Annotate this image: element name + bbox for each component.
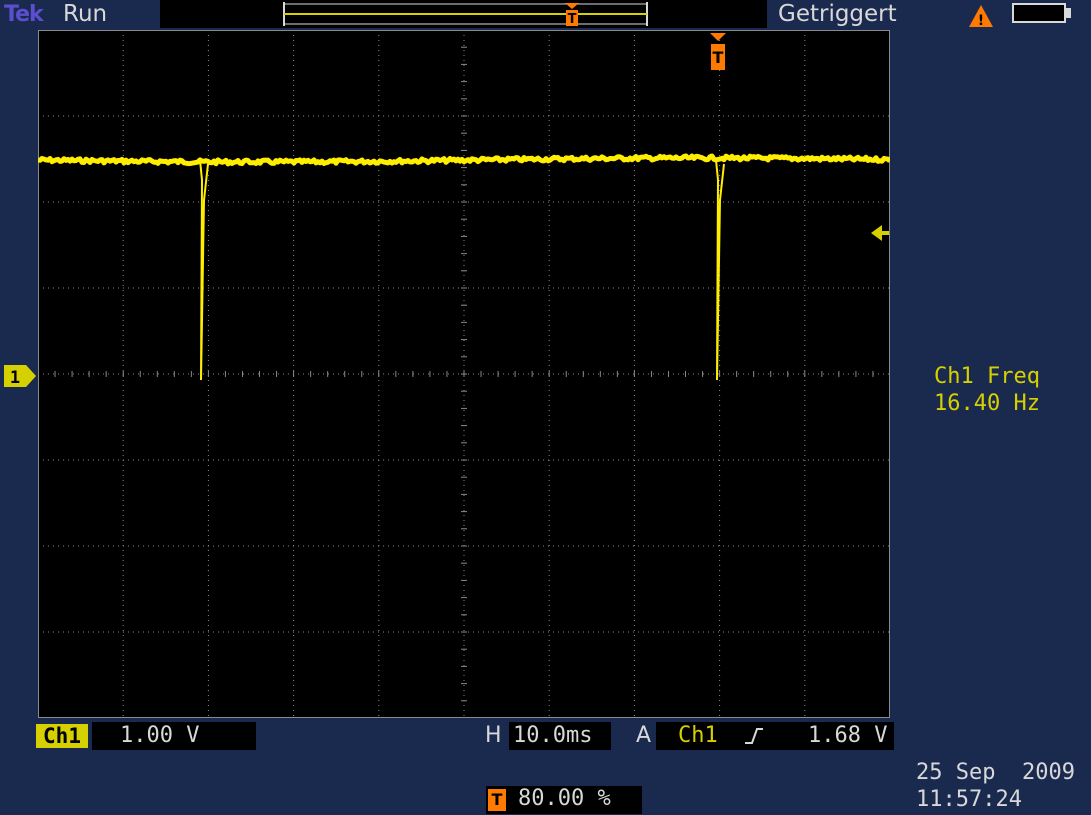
trigger-position-value: 80.00 %: [518, 786, 611, 811]
trigger-source: Ch1: [678, 723, 718, 748]
rising-edge-icon: [745, 728, 763, 744]
trigger-level-arrow-icon[interactable]: [870, 222, 890, 244]
tek-logo: Tek: [4, 2, 44, 27]
svg-text:1: 1: [10, 368, 20, 388]
channel-tag[interactable]: Ch1: [36, 724, 88, 748]
trigger-level: 1.68 V: [808, 723, 888, 748]
time-readout: 11:57:24: [916, 787, 1022, 812]
svg-text:T: T: [568, 12, 577, 27]
date-readout: 25 Sep 2009: [916, 760, 1075, 785]
warning-icon: !: [969, 5, 993, 28]
battery-terminal-icon: [1066, 8, 1071, 18]
time-per-div: 10.0ms: [513, 723, 593, 748]
graticule: [37, 29, 892, 718]
waveform-trace: [37, 153, 892, 167]
record-trigger-icon: T: [565, 3, 579, 27]
trigger-status: Getriggert: [778, 1, 897, 27]
trigger-label: A: [636, 723, 652, 748]
record-view-bar: T: [160, 0, 767, 28]
waveform-display[interactable]: [37, 29, 892, 718]
battery-icon: [1012, 3, 1066, 23]
measurement-label: Ch1 Freq: [934, 364, 1040, 389]
volts-per-div: 1.00 V: [120, 723, 200, 748]
horizontal-label: H: [485, 723, 502, 748]
measurement-value: 16.40 Hz: [934, 391, 1040, 416]
run-status: Run: [63, 1, 108, 27]
record-view-graphic: T: [283, 2, 648, 27]
svg-text:T: T: [713, 48, 724, 67]
channel-ground-marker[interactable]: 1: [2, 364, 38, 388]
trigger-position-marker-icon: T: [488, 789, 506, 811]
trigger-position-icon[interactable]: T: [706, 32, 730, 72]
svg-text:!: !: [978, 13, 984, 28]
waveform-spike: [199, 159, 209, 381]
